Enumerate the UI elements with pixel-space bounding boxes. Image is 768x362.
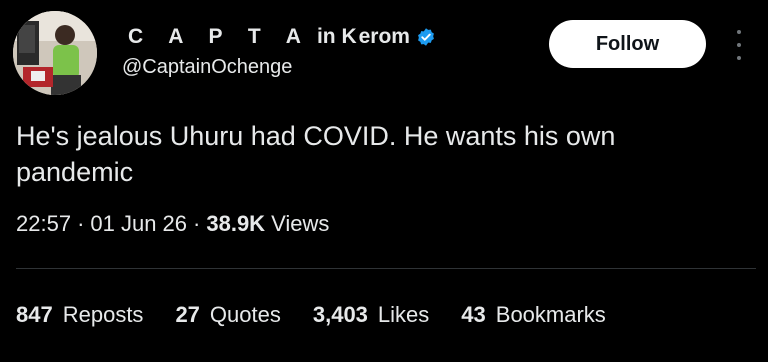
more-dot: [737, 30, 741, 34]
author-name-part3: erom: [358, 25, 410, 48]
tweet-meta: 22:57 · 01 Jun 26 · 38.9K Views: [16, 211, 329, 237]
bookmarks-stat[interactable]: 43 Bookmarks: [461, 302, 606, 328]
quotes-count: 27: [175, 302, 200, 327]
avatar-image: [13, 11, 97, 95]
divider: [16, 268, 756, 269]
author-handle[interactable]: @CaptainOchenge: [122, 56, 292, 79]
author-name-part1: C A P T A: [128, 25, 311, 48]
author-name[interactable]: C A P T A in K erom: [128, 25, 436, 49]
bookmarks-label: Bookmarks: [495, 302, 606, 327]
more-options-icon[interactable]: [734, 30, 744, 60]
likes-count: 3,403: [312, 302, 368, 327]
author-name-part2: in K: [316, 25, 357, 48]
follow-button[interactable]: Follow: [549, 20, 706, 68]
avatar[interactable]: [13, 11, 97, 95]
meta-separator: ·: [77, 211, 85, 236]
reposts-label: Reposts: [62, 302, 144, 327]
more-dot: [737, 43, 741, 47]
reposts-stat[interactable]: 847 Reposts: [16, 302, 143, 328]
quotes-stat[interactable]: 27 Quotes: [175, 302, 280, 328]
tweet-time[interactable]: 22:57: [16, 211, 71, 237]
views-label: Views: [271, 211, 330, 236]
tweet-text: He's jealous Uhuru had COVID. He wants h…: [16, 121, 616, 187]
more-dot: [737, 56, 741, 60]
engagement-stats: 847 Reposts 27 Quotes 3,403 Likes 43 Bookmar…: [16, 302, 606, 328]
meta-separator: ·: [193, 211, 201, 236]
views-count: 38.9K: [206, 211, 266, 236]
tweet-date[interactable]: 01 Jun 26: [90, 211, 187, 237]
likes-stat[interactable]: 3,403 Likes: [313, 302, 429, 328]
bookmarks-count: 43: [461, 302, 486, 327]
reposts-count: 847: [16, 302, 53, 327]
quotes-label: Quotes: [209, 302, 281, 327]
verified-badge-icon: [416, 27, 436, 47]
likes-label: Likes: [377, 302, 430, 327]
